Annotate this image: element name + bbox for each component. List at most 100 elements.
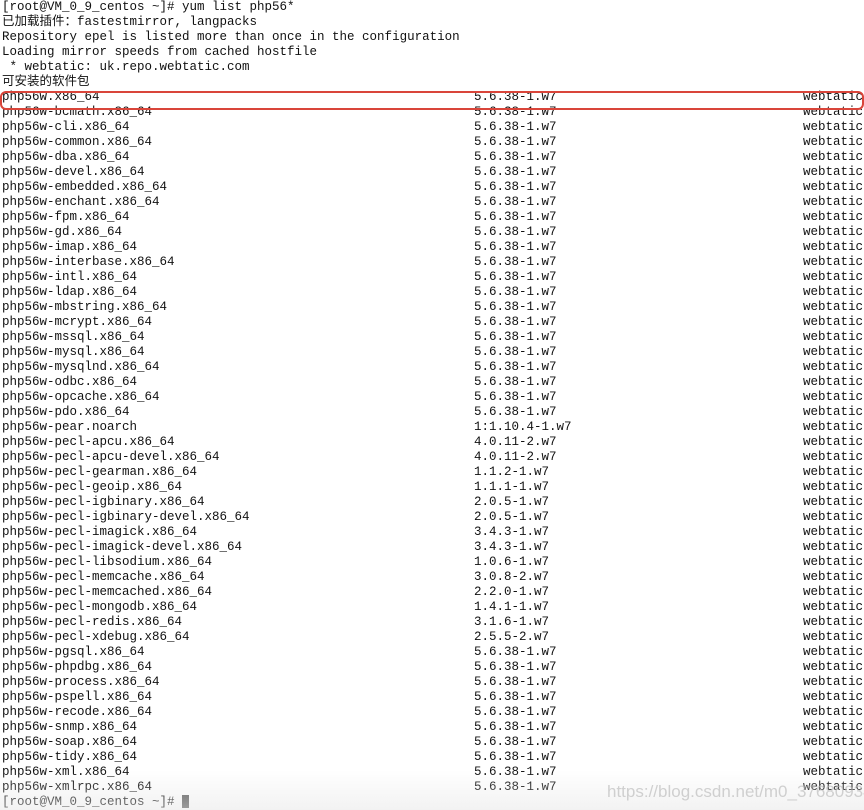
package-repo: webtatic xyxy=(803,465,864,479)
package-row: php56w-intl.x86_64 5.6.38-1.w7 webtatic xyxy=(2,270,864,285)
package-repo: webtatic xyxy=(803,300,864,314)
package-row: php56w-pecl-imagick-devel.x86_64 3.4.3-1.… xyxy=(2,540,864,555)
package-row: php56w-pear.noarch 1:1.10.4-1.w7 webtatic xyxy=(2,420,864,435)
package-version: 5.6.38-1.w7 xyxy=(474,345,557,359)
package-version: 5.6.38-1.w7 xyxy=(474,165,557,179)
package-name: php56w-cli.x86_64 xyxy=(2,120,130,134)
package-row: php56w-pecl-igbinary.x86_64 2.0.5-1.w7 web… xyxy=(2,495,864,510)
package-repo: webtatic xyxy=(803,435,864,449)
package-name: php56w-pecl-memcached.x86_64 xyxy=(2,585,213,599)
header-line: Repository epel is listed more than once… xyxy=(2,30,460,44)
package-name: php56w-intl.x86_64 xyxy=(2,270,138,284)
package-name: php56w-pecl-apcu-devel.x86_64 xyxy=(2,450,220,464)
package-row: php56w-pspell.x86_64 5.6.38-1.w7 webtatic xyxy=(2,690,864,705)
package-version: 5.6.38-1.w7 xyxy=(474,285,557,299)
package-repo: webtatic xyxy=(803,510,864,524)
package-repo: webtatic xyxy=(803,495,864,509)
package-row: php56w-pecl-memcached.x86_64 2.2.0-1.w7 we… xyxy=(2,585,864,600)
package-name: php56w-pecl-mongodb.x86_64 xyxy=(2,600,198,614)
header-line: * webtatic: uk.repo.webtatic.com xyxy=(2,60,250,74)
package-name: php56w-devel.x86_64 xyxy=(2,165,145,179)
package-repo: webtatic xyxy=(803,330,864,344)
package-row: php56w-snmp.x86_64 5.6.38-1.w7 webtatic xyxy=(2,720,864,735)
package-repo: webtatic xyxy=(803,630,864,644)
package-repo: webtatic xyxy=(803,645,864,659)
package-repo: webtatic xyxy=(803,615,864,629)
package-row: php56w-devel.x86_64 5.6.38-1.w7 webtatic xyxy=(2,165,864,180)
package-version: 5.6.38-1.w7 xyxy=(474,135,557,149)
package-repo: webtatic xyxy=(803,750,864,764)
package-name: php56w-mcrypt.x86_64 xyxy=(2,315,153,329)
package-version: 3.1.6-1.w7 xyxy=(474,615,550,629)
package-version: 5.6.38-1.w7 xyxy=(474,750,557,764)
package-row: php56w-cli.x86_64 5.6.38-1.w7 webtatic xyxy=(2,120,864,135)
package-version: 5.6.38-1.w7 xyxy=(474,735,557,749)
package-repo: webtatic xyxy=(803,255,864,269)
package-row: php56w-pecl-imagick.x86_64 3.4.3-1.w7 webt… xyxy=(2,525,864,540)
package-version: 1.1.2-1.w7 xyxy=(474,465,550,479)
package-repo: webtatic xyxy=(803,585,864,599)
package-repo: webtatic xyxy=(803,735,864,749)
package-name: php56w-embedded.x86_64 xyxy=(2,180,168,194)
package-version: 3.4.3-1.w7 xyxy=(474,540,550,554)
package-repo: webtatic xyxy=(803,570,864,584)
package-name: php56w-pecl-gearman.x86_64 xyxy=(2,465,198,479)
package-name: php56w-pecl-imagick-devel.x86_64 xyxy=(2,540,243,554)
package-name: php56w-recode.x86_64 xyxy=(2,705,153,719)
package-name: php56w-pecl-xdebug.x86_64 xyxy=(2,630,190,644)
package-version: 2.2.0-1.w7 xyxy=(474,585,550,599)
package-version: 5.6.38-1.w7 xyxy=(474,405,557,419)
package-version: 5.6.38-1.w7 xyxy=(474,315,557,329)
package-name: php56w-pdo.x86_64 xyxy=(2,405,130,419)
package-repo: webtatic xyxy=(803,285,864,299)
package-name: php56w-snmp.x86_64 xyxy=(2,720,138,734)
package-row: php56w-process.x86_64 5.6.38-1.w7 webtatic xyxy=(2,675,864,690)
package-name: php56w-xmlrpc.x86_64 xyxy=(2,780,153,794)
package-repo: webtatic xyxy=(803,195,864,209)
package-name: php56w-phpdbg.x86_64 xyxy=(2,660,153,674)
package-row: php56w-odbc.x86_64 5.6.38-1.w7 webtatic xyxy=(2,375,864,390)
package-repo: webtatic xyxy=(803,555,864,569)
package-name: php56w-opcache.x86_64 xyxy=(2,390,160,404)
package-row: php56w-tidy.x86_64 5.6.38-1.w7 webtatic xyxy=(2,750,864,765)
package-row: php56w-mbstring.x86_64 5.6.38-1.w7 webtati… xyxy=(2,300,864,315)
package-version: 5.6.38-1.w7 xyxy=(474,705,557,719)
package-repo: webtatic xyxy=(803,525,864,539)
package-name: php56w-pspell.x86_64 xyxy=(2,690,153,704)
terminal-output[interactable]: [root@VM_0_9_centos ~]# yum list php56* 已… xyxy=(2,0,864,810)
package-version: 2.0.5-1.w7 xyxy=(474,495,550,509)
package-row: php56w-pecl-xdebug.x86_64 2.5.5-2.w7 webta… xyxy=(2,630,864,645)
package-repo: webtatic xyxy=(803,135,864,149)
package-row: php56w-fpm.x86_64 5.6.38-1.w7 webtatic xyxy=(2,210,864,225)
package-row: php56w-pecl-igbinary-devel.x86_64 2.0.5-1… xyxy=(2,510,864,525)
package-version: 2.5.5-2.w7 xyxy=(474,630,550,644)
package-name: php56w-mysql.x86_64 xyxy=(2,345,145,359)
package-row: php56w-pdo.x86_64 5.6.38-1.w7 webtatic xyxy=(2,405,864,420)
package-name: php56w-mbstring.x86_64 xyxy=(2,300,168,314)
package-version: 5.6.38-1.w7 xyxy=(474,195,557,209)
package-name: php56w-pear.noarch xyxy=(2,420,138,434)
package-version: 5.6.38-1.w7 xyxy=(474,660,557,674)
header-line: Loading mirror speeds from cached hostfi… xyxy=(2,45,318,59)
package-version: 5.6.38-1.w7 xyxy=(474,330,557,344)
package-version: 5.6.38-1.w7 xyxy=(474,240,557,254)
package-repo: webtatic xyxy=(803,540,864,554)
package-name: php56w-pecl-memcache.x86_64 xyxy=(2,570,205,584)
package-row: php56w-pecl-libsodium.x86_64 1.0.6-1.w7 we… xyxy=(2,555,864,570)
header-line: [root@VM_0_9_centos ~]# yum list php56* xyxy=(2,0,295,14)
package-version: 2.0.5-1.w7 xyxy=(474,510,550,524)
package-version: 1.4.1-1.w7 xyxy=(474,600,550,614)
package-repo: webtatic xyxy=(803,225,864,239)
package-row: php56w-pecl-apcu.x86_64 4.0.11-2.w7 webtat… xyxy=(2,435,864,450)
package-row: php56w-pecl-apcu-devel.x86_64 4.0.11-2.w7… xyxy=(2,450,864,465)
package-version: 5.6.38-1.w7 xyxy=(474,390,557,404)
package-name: php56w-mysqlnd.x86_64 xyxy=(2,360,160,374)
package-name: php56w-tidy.x86_64 xyxy=(2,750,138,764)
package-version: 5.6.38-1.w7 xyxy=(474,300,557,314)
package-row: php56w-pecl-mongodb.x86_64 1.4.1-1.w7 webt… xyxy=(2,600,864,615)
package-repo: webtatic xyxy=(803,690,864,704)
header-line: 已加载插件：fastestmirror, langpacks xyxy=(2,15,258,29)
package-repo: webtatic xyxy=(803,165,864,179)
package-version: 5.6.38-1.w7 xyxy=(474,645,557,659)
package-name: php56w-process.x86_64 xyxy=(2,675,160,689)
